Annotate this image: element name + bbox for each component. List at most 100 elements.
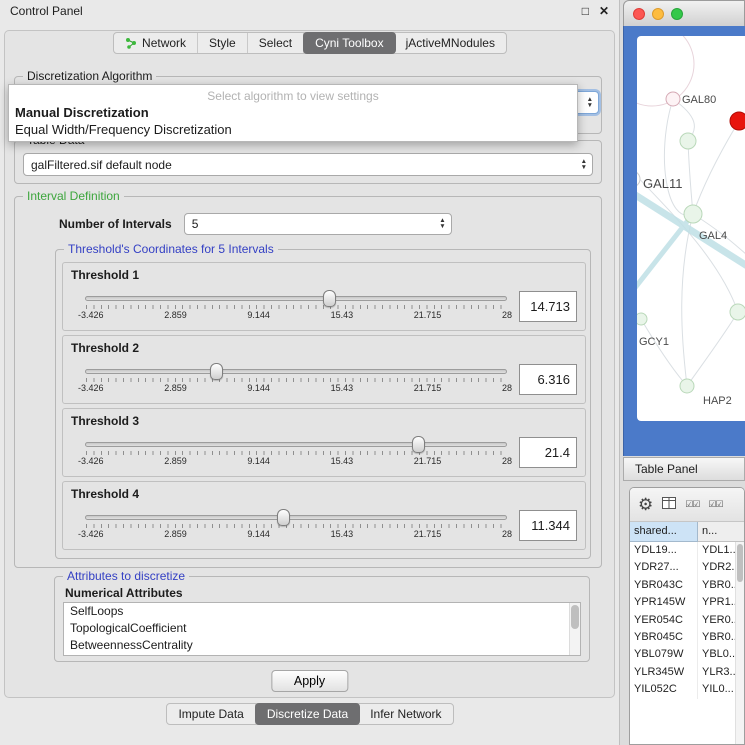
close-icon[interactable]: ✕ <box>599 4 609 18</box>
node-label-gal4: GAL4 <box>699 230 727 242</box>
tab-cyni-toolbox[interactable]: Cyni Toolbox <box>303 32 395 54</box>
table-cell: YER054C <box>630 612 698 629</box>
node[interactable] <box>680 133 696 149</box>
tick-label: 21.715 <box>414 383 442 393</box>
tab-jactivemnodules[interactable]: jActiveMNodules <box>395 33 506 53</box>
slider-track[interactable] <box>85 442 507 447</box>
attribute-list-item[interactable]: BetweennessCentrality <box>64 637 580 654</box>
node-gal4[interactable] <box>684 205 702 223</box>
tick-label: 2.859 <box>164 310 187 320</box>
dropdown-option-equal-width-frequency[interactable]: Equal Width/Frequency Discretization <box>9 121 577 138</box>
table-row[interactable]: YBR043CYBR0... <box>630 577 744 594</box>
threshold-value-field[interactable]: 21.4 <box>519 437 577 468</box>
node[interactable] <box>637 171 640 187</box>
table-row[interactable]: YDL19...YDL1... <box>630 542 744 559</box>
close-traffic-light[interactable] <box>633 8 645 20</box>
table-row[interactable]: YLR345WYLR3... <box>630 664 744 681</box>
slider-thumb[interactable] <box>210 363 223 380</box>
table-scrollbar[interactable] <box>735 542 744 744</box>
slider-ticks <box>86 305 506 309</box>
table-row[interactable]: YIL052CYIL0... <box>630 681 744 698</box>
node-label-hap2: HAP2 <box>703 395 732 407</box>
table-cell: YDL19... <box>630 542 698 559</box>
table-panel-titlebar: Table Panel <box>623 457 745 481</box>
threshold-value-field[interactable]: 11.344 <box>519 510 577 541</box>
apply-button[interactable]: Apply <box>271 670 348 692</box>
scrollbar-thumb[interactable] <box>737 544 743 582</box>
threshold-slider[interactable]: -3.4262.8599.14415.4321.71528 <box>85 507 507 543</box>
network-view-window: GAL80 GAL11 GAL4 GCY1 HAP2 <box>623 0 745 456</box>
tab-select[interactable]: Select <box>248 33 304 53</box>
number-of-intervals-label: Number of Intervals <box>59 217 172 231</box>
node-hap2[interactable] <box>680 379 694 393</box>
threshold-slider[interactable]: -3.4262.8599.14415.4321.71528 <box>85 434 507 470</box>
node[interactable] <box>730 304 745 320</box>
table-data-combo[interactable]: galFiltered.sif default node ▲ ▼ <box>23 153 593 176</box>
node-gcy1[interactable] <box>637 313 647 325</box>
slider-tick-labels: -3.4262.8599.14415.4321.71528 <box>78 456 512 466</box>
float-window-icon[interactable]: □ <box>582 4 589 18</box>
selected-node[interactable] <box>730 112 745 130</box>
stepper-down-icon: ▼ <box>587 103 593 109</box>
tab-infer-network[interactable]: Infer Network <box>359 704 452 724</box>
table-row[interactable]: YPR145WYPR1... <box>630 594 744 611</box>
interval-definition-group-label: Interval Definition <box>23 189 124 203</box>
threshold-value-field[interactable]: 6.316 <box>519 364 577 395</box>
slider-ticks <box>86 378 506 382</box>
tab-network[interactable]: Network <box>114 33 198 53</box>
node-label-gcy1: GCY1 <box>639 336 669 348</box>
tick-label: 9.144 <box>247 383 270 393</box>
tick-label: 28 <box>502 310 512 320</box>
column-header-shared-name[interactable]: shared... <box>630 522 698 542</box>
stepper-down-icon: ▼ <box>439 224 445 230</box>
select-visible-columns-icon[interactable]: ☑☑ <box>708 499 722 510</box>
dropdown-option-manual-discretization[interactable]: Manual Discretization <box>9 104 577 121</box>
scrollbar-thumb[interactable] <box>571 605 579 629</box>
slider-track[interactable] <box>85 515 507 520</box>
table-cell: YBL079W <box>630 646 698 663</box>
tab-impute-data[interactable]: Impute Data <box>167 704 255 724</box>
slider-thumb[interactable] <box>323 290 336 307</box>
threshold-value-field[interactable]: 14.713 <box>519 291 577 322</box>
table-row[interactable]: YDR27...YDR2... <box>630 559 744 576</box>
column-grid-icon[interactable] <box>662 496 676 514</box>
threshold-label: Threshold 2 <box>71 341 139 355</box>
node-gal80[interactable] <box>666 92 680 106</box>
slider-thumb[interactable] <box>277 509 290 526</box>
table-header-row: shared... n... <box>630 522 744 542</box>
table-row[interactable]: YER054CYER0... <box>630 612 744 629</box>
table-row[interactable]: YBL079WYBL0... <box>630 646 744 663</box>
tab-discretize-data[interactable]: Discretize Data <box>255 703 360 725</box>
attribute-list-item[interactable]: SelfLoops <box>64 603 580 620</box>
network-canvas[interactable]: GAL80 GAL11 GAL4 GCY1 HAP2 <box>637 36 745 421</box>
node-label-gal80: GAL80 <box>682 94 716 106</box>
threshold-slider[interactable]: -3.4262.8599.14415.4321.71528 <box>85 361 507 397</box>
combo-value: galFiltered.sif default node <box>31 158 172 172</box>
stepper-down-icon: ▼ <box>581 165 587 171</box>
tab-style[interactable]: Style <box>198 33 248 53</box>
tick-label: 15.43 <box>331 310 354 320</box>
settings-gear-icon[interactable]: ⚙ <box>638 496 653 513</box>
slider-track[interactable] <box>85 296 507 301</box>
select-all-columns-icon[interactable]: ☑☑ <box>685 499 699 510</box>
threshold-slider[interactable]: -3.4262.8599.14415.4321.71528 <box>85 288 507 324</box>
table-panel-window: ⚙ ☑☑ ☑☑ shared... n... YDL19...YDL1...YD… <box>629 487 745 745</box>
minimize-traffic-light[interactable] <box>652 8 664 20</box>
number-of-intervals-combo[interactable]: 5 ▲ ▼ <box>184 213 452 235</box>
numerical-attributes-list[interactable]: SelfLoopsTopologicalCoefficientBetweenne… <box>63 602 581 656</box>
tick-label: 9.144 <box>247 529 270 539</box>
slider-thumb[interactable] <box>412 436 425 453</box>
attribute-list-item[interactable]: TopologicalCoefficient <box>64 620 580 637</box>
tick-label: -3.426 <box>78 456 104 466</box>
column-header-name[interactable]: n... <box>698 522 744 542</box>
list-scrollbar[interactable] <box>569 603 580 655</box>
table-row[interactable]: YBR045CYBR0... <box>630 629 744 646</box>
control-panel-titlebar: Control Panel □ ✕ <box>0 0 619 22</box>
slider-track[interactable] <box>85 369 507 374</box>
zoom-traffic-light[interactable] <box>671 8 683 20</box>
table-body: YDL19...YDL1...YDR27...YDR2...YBR043CYBR… <box>630 542 744 699</box>
tick-label: 15.43 <box>331 456 354 466</box>
table-toolbar: ⚙ ☑☑ ☑☑ <box>630 488 744 522</box>
thresholds-coordinates-group: Threshold's Coordinates for 5 Intervals … <box>55 249 591 559</box>
tab-label: jActiveMNodules <box>406 36 495 50</box>
